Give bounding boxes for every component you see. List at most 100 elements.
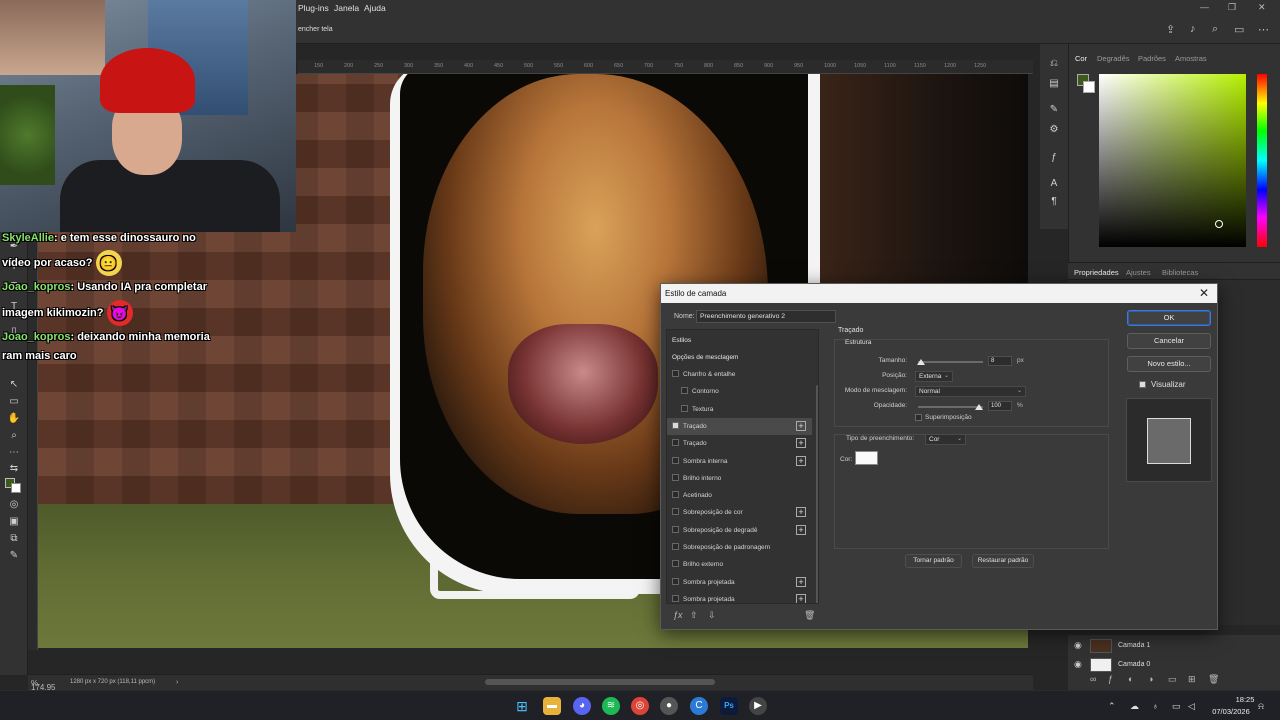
tab-color[interactable]: Cor	[1075, 54, 1087, 63]
ok-button[interactable]: OK	[1127, 310, 1211, 326]
windows-start-icon[interactable]: ⊞	[513, 697, 531, 715]
path-select-icon[interactable]: ↖	[6, 378, 22, 392]
style-name-input[interactable]	[696, 310, 836, 323]
background-swatch[interactable]	[1083, 81, 1095, 93]
color-cursor[interactable]	[1215, 220, 1223, 228]
stroke-color-swatch[interactable]	[855, 451, 878, 465]
search-icon[interactable]: ⌕	[1212, 23, 1218, 36]
overprint-checkbox[interactable]	[915, 414, 922, 421]
style-checkbox[interactable]	[672, 560, 679, 568]
style-checkbox[interactable]	[672, 370, 679, 377]
add-effect-icon[interactable]: +	[796, 576, 806, 587]
style-item[interactable]: Traçado +	[667, 435, 812, 452]
rectangle-tool-icon[interactable]: ▭	[6, 395, 22, 409]
opacity-slider-knob[interactable]	[975, 404, 983, 410]
move-up-icon[interactable]: ⇧	[690, 610, 698, 621]
maximize-icon[interactable]: ❐	[1228, 2, 1236, 13]
position-select[interactable]: Externa ⌄	[915, 371, 953, 382]
chrome-icon[interactable]: ◎	[631, 697, 649, 715]
style-checkbox[interactable]	[672, 491, 679, 499]
fill-type-select[interactable]: Cor ⌄	[925, 434, 966, 445]
opacity-slider[interactable]	[918, 406, 983, 408]
add-effect-icon[interactable]: +	[796, 420, 806, 431]
new-layer-icon[interactable]: ⊞	[1188, 674, 1196, 685]
spotify-icon[interactable]: ≋	[602, 697, 620, 715]
style-checkbox[interactable]	[681, 404, 688, 412]
close-icon[interactable]: ✕	[1199, 286, 1209, 300]
fx-icon[interactable]: ƒ	[1048, 152, 1060, 164]
style-checkbox[interactable]	[672, 456, 679, 464]
style-checkbox[interactable]	[672, 508, 679, 516]
adjust-icon[interactable]: ⚙	[1048, 124, 1060, 136]
network-icon[interactable]: ▭	[1172, 701, 1181, 712]
media-player-icon[interactable]: ▶	[749, 697, 767, 715]
browser-icon[interactable]: C	[690, 697, 708, 715]
frame-icon[interactable]: ⧉	[6, 532, 22, 546]
size-input[interactable]: 8	[988, 356, 1012, 366]
visibility-eye-icon[interactable]: ◉	[1074, 659, 1082, 670]
menu-help[interactable]: Ajuda	[364, 3, 386, 13]
style-checkbox[interactable]	[672, 525, 679, 533]
make-default-button[interactable]: Tornar padrão	[905, 554, 962, 568]
discord-icon[interactable]: ◕	[573, 697, 591, 715]
quick-mask-icon[interactable]: ◎	[6, 498, 22, 512]
style-checkbox[interactable]	[681, 387, 688, 395]
style-item[interactable]: Traçado +	[667, 417, 812, 435]
opacity-input[interactable]: 100	[988, 401, 1012, 411]
style-item[interactable]: Brilho interno	[667, 470, 812, 487]
tab-adjustments[interactable]: Ajustes	[1126, 268, 1151, 277]
move-down-icon[interactable]: ⇩	[708, 610, 716, 621]
style-checkbox[interactable]	[672, 439, 679, 447]
tab-patterns[interactable]: Padrões	[1138, 54, 1166, 63]
style-checkbox[interactable]	[672, 473, 679, 481]
style-checkbox[interactable]	[672, 421, 679, 429]
reset-default-button[interactable]: Restaurar padrão	[972, 554, 1034, 568]
blending-options-item[interactable]: Opções de mesclagem	[667, 349, 812, 366]
group-icon[interactable]: ▭	[1168, 674, 1177, 685]
menu-window[interactable]: Janela	[334, 3, 359, 13]
layer-row[interactable]: ◉ Camada 1	[1068, 637, 1268, 655]
cloud-icon[interactable]: ☁	[1130, 701, 1139, 712]
add-effect-icon[interactable]: +	[796, 455, 806, 466]
swap-colors-icon[interactable]: ⇆	[6, 462, 22, 476]
screen-mode-icon[interactable]: ▣	[6, 515, 22, 529]
style-item[interactable]: Chanfro & entalhe	[667, 366, 812, 383]
style-item[interactable]: Brilho externo	[667, 556, 812, 573]
share-icon[interactable]: ⇪	[1166, 23, 1175, 36]
zoom-tool-icon[interactable]: ⌕	[6, 429, 22, 443]
background-color-swatch[interactable]	[11, 483, 21, 493]
close-window-icon[interactable]: ✕	[1258, 2, 1266, 13]
delete-layer-icon[interactable]: 🗑	[1208, 674, 1219, 685]
styles-header[interactable]: Estilos	[667, 332, 812, 349]
more-tools-icon[interactable]: ⋯	[6, 446, 22, 460]
style-checkbox[interactable]	[672, 594, 679, 602]
chevron-up-icon[interactable]: ⌃	[1108, 701, 1116, 712]
brush-icon[interactable]: ✎	[1048, 104, 1060, 116]
notifications-icon[interactable]: ♪	[1190, 23, 1196, 35]
style-item[interactable]: Sobreposição de padronagem	[667, 539, 812, 556]
list-scrollbar[interactable]	[816, 385, 818, 603]
tab-swatches[interactable]: Amostras	[1175, 54, 1207, 63]
notification-bell-icon[interactable]: ⍾	[1258, 701, 1264, 712]
paragraph-icon[interactable]: ¶	[1048, 196, 1060, 208]
add-effect-icon[interactable]: +	[796, 524, 806, 535]
style-item[interactable]: Sombra projetada +	[667, 591, 812, 603]
clock-date[interactable]: 07/03/2026	[1210, 707, 1252, 716]
style-item[interactable]: Sombra interna +	[667, 453, 812, 470]
add-effect-icon[interactable]: +	[796, 593, 806, 603]
preview-checkbox[interactable]	[1139, 381, 1146, 388]
edit-toolbar-icon[interactable]: ✎	[6, 549, 22, 563]
file-explorer-icon[interactable]: ▬	[543, 697, 561, 715]
comments-icon[interactable]: ▤	[1048, 78, 1060, 90]
tab-libraries[interactable]: Bibliotecas	[1162, 268, 1198, 277]
photoshop-icon[interactable]: Ps	[720, 697, 738, 715]
style-item[interactable]: Acetinado	[667, 487, 812, 504]
style-checkbox[interactable]	[672, 577, 679, 585]
character-icon[interactable]: A	[1048, 178, 1060, 190]
add-effect-icon[interactable]: +	[796, 507, 806, 518]
visibility-eye-icon[interactable]: ◉	[1074, 640, 1082, 651]
add-effect-icon[interactable]: +	[796, 438, 806, 449]
tab-gradients[interactable]: Degradês	[1097, 54, 1130, 63]
saturation-value-picker[interactable]	[1099, 74, 1246, 247]
obs-icon[interactable]: ●	[660, 697, 678, 715]
